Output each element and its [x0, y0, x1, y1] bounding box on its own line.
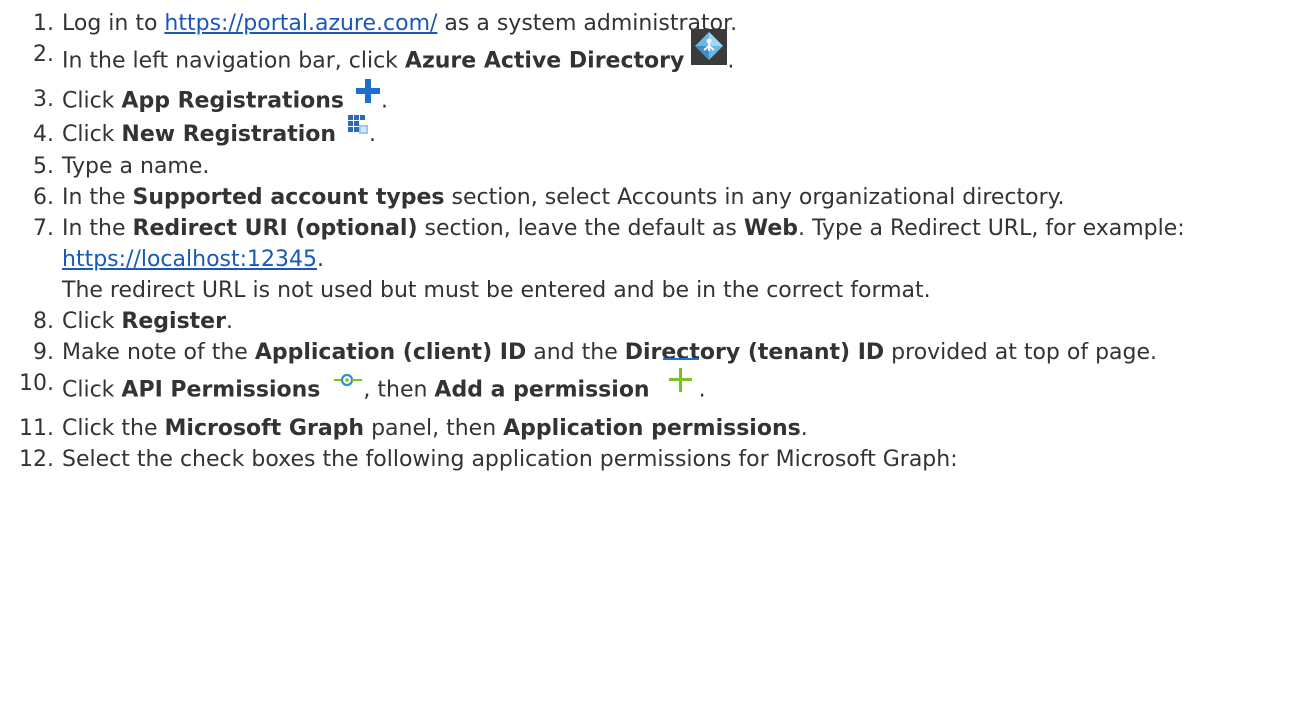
bold-term: Application permissions	[503, 415, 801, 441]
step-8: 8. Click Register.	[0, 306, 1313, 337]
step-text: In the	[62, 215, 133, 241]
step-7: 7. In the Redirect URI (optional) sectio…	[0, 213, 1313, 306]
step-number: 2.	[33, 42, 54, 67]
step-10: 10. Click API Permissions , then Add a p…	[0, 357, 1313, 413]
step-number: 5.	[33, 153, 54, 179]
step-number: 10.	[19, 370, 54, 396]
step-text: .	[317, 246, 325, 272]
step-number: 7.	[33, 215, 54, 241]
bold-term: Microsoft Graph	[164, 415, 365, 441]
step-text: Click	[62, 122, 122, 147]
step-text: .	[698, 377, 706, 402]
bold-term: New Registration	[121, 122, 337, 147]
step-number: 4.	[33, 122, 54, 147]
step-2: 2. In the left navigation bar, click Azu…	[0, 29, 1313, 84]
step-text: section, select Accounts in any organiza…	[444, 184, 1065, 210]
step-number: 3.	[33, 87, 54, 112]
step-number: 12.	[19, 446, 54, 472]
step-text: In the	[62, 184, 133, 210]
step-text: Click the	[62, 415, 165, 441]
redirect-url-line: https://localhost:12345.	[62, 244, 1293, 275]
step-text: Type a name.	[62, 153, 210, 179]
step-6: 6. In the Supported account types sectio…	[0, 182, 1313, 213]
step-text: In the left navigation bar, click	[62, 48, 405, 74]
bold-term: Web	[743, 215, 798, 241]
step-text: , then	[363, 377, 435, 402]
step-text: section, leave the default as	[417, 215, 744, 241]
step-text: .	[727, 48, 735, 74]
step-number: 9.	[33, 339, 54, 365]
azure-active-directory-icon	[691, 29, 728, 74]
step-11: 11. Click the Microsoft Graph panel, the…	[0, 413, 1313, 444]
bold-term: App Registrations	[121, 88, 344, 114]
step-text: .	[800, 415, 808, 441]
step-text: Click	[62, 377, 122, 402]
bold-term: Application (client) ID	[254, 339, 527, 365]
step-text: .	[369, 122, 377, 147]
step-12: 12. Select the check boxes the following…	[0, 444, 1313, 475]
step-text: Click	[62, 88, 122, 114]
step-text: panel, then	[364, 415, 504, 441]
azure-portal-link[interactable]: https://portal.azure.com/	[164, 11, 437, 36]
step-text: Log in to	[62, 11, 165, 36]
step-number: 11.	[19, 415, 54, 441]
step-text: .	[381, 88, 388, 114]
api-permissions-icon	[333, 366, 363, 397]
bold-term: Add a permission	[434, 377, 650, 402]
bold-term: Azure Active Directory	[404, 48, 685, 74]
bold-term: API Permissions	[121, 377, 321, 402]
step-9: 9. Make note of the Application (client)…	[0, 337, 1313, 368]
redirect-note: The redirect URL is not used but must be…	[62, 277, 931, 303]
bold-term: Supported account types	[132, 184, 445, 210]
step-1: 1. Log in to https://portal.azure.com/ a…	[0, 8, 1313, 39]
step-text: Make note of the	[62, 339, 255, 365]
new-registration-icon	[347, 114, 369, 145]
localhost-link[interactable]: https://localhost:12345	[62, 247, 317, 272]
step-number: 8.	[33, 308, 54, 334]
step-text: .	[225, 308, 233, 334]
step-5: 5. Type a name.	[0, 151, 1313, 182]
step-number: 1.	[33, 11, 54, 36]
step-text: . Type a Redirect URL, for example:	[798, 215, 1185, 241]
plus-icon	[355, 78, 381, 113]
bold-term: Register	[121, 308, 226, 334]
add-permission-icon	[662, 357, 699, 403]
step-4: 4. Click New Registration .	[0, 114, 1313, 151]
step-text: and the	[526, 339, 625, 365]
instructions-list: 1. Log in to https://portal.azure.com/ a…	[0, 8, 1313, 475]
step-text: Click	[62, 308, 122, 334]
step-number: 6.	[33, 184, 54, 210]
step-text: provided at top of page.	[884, 339, 1158, 365]
step-3: 3. Click App Registrations .	[0, 79, 1313, 119]
bold-term: Redirect URI (optional)	[132, 215, 418, 241]
step-text: Select the check boxes the following app…	[62, 446, 958, 472]
